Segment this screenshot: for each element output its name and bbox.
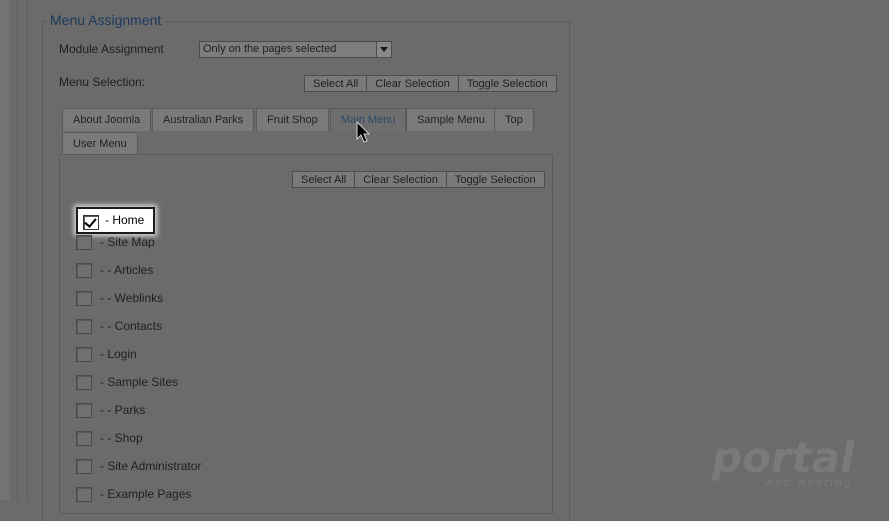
list-item[interactable]: - - Weblinks bbox=[76, 290, 163, 306]
list-item-label: - Site Map bbox=[100, 235, 155, 249]
list-item-label: - - Articles bbox=[100, 263, 154, 277]
tab-user-menu[interactable]: User Menu bbox=[62, 132, 138, 155]
item-checkbox[interactable] bbox=[76, 290, 92, 306]
list-item[interactable]: - Site Map bbox=[76, 234, 155, 250]
toggle-selection-button[interactable]: Toggle Selection bbox=[458, 75, 557, 92]
tab-top[interactable]: Top bbox=[494, 108, 534, 131]
menu-selection-label: Menu Selection: bbox=[59, 75, 146, 89]
tab-australian-parks[interactable]: Australian Parks bbox=[152, 108, 255, 131]
list-item[interactable]: - Site Administrator bbox=[76, 458, 201, 474]
item-checkbox[interactable] bbox=[76, 430, 92, 446]
item-checkbox[interactable] bbox=[76, 374, 92, 390]
left-rail bbox=[0, 0, 10, 500]
panel-button-group: Select All Clear Selection Toggle Select… bbox=[292, 171, 545, 188]
item-checkbox[interactable] bbox=[76, 318, 92, 334]
home-checkbox[interactable] bbox=[83, 215, 99, 230]
tab-about-joomla[interactable]: About Joomla bbox=[62, 108, 152, 131]
list-item-label: - Sample Sites bbox=[100, 375, 179, 389]
list-item-label: - - Weblinks bbox=[100, 291, 164, 305]
tab-fruit-shop[interactable]: Fruit Shop bbox=[256, 108, 329, 131]
list-item-label: - Site Administrator bbox=[100, 459, 202, 473]
list-item-label: - Example Pages bbox=[100, 487, 192, 501]
list-item[interactable]: - Login bbox=[76, 346, 137, 362]
item-checkbox[interactable] bbox=[76, 234, 92, 250]
list-item-label: - - Shop bbox=[100, 431, 143, 445]
list-item[interactable]: - - Shop bbox=[76, 430, 143, 446]
module-assignment-value: Only on the pages selected bbox=[203, 43, 337, 55]
item-checkbox[interactable] bbox=[76, 486, 92, 502]
menu-selection-button-group: Select All Clear Selection Toggle Select… bbox=[304, 75, 557, 92]
module-assignment-label: Module Assignment bbox=[59, 42, 164, 56]
panel-clear-selection-button[interactable]: Clear Selection bbox=[355, 171, 447, 188]
item-checkbox[interactable] bbox=[76, 262, 92, 278]
item-checkbox[interactable] bbox=[76, 402, 92, 418]
mouse-cursor-icon bbox=[356, 121, 371, 143]
svg-text:web hosting: web hosting bbox=[764, 476, 853, 489]
item-checkbox[interactable] bbox=[76, 458, 92, 474]
panel-toggle-selection-button[interactable]: Toggle Selection bbox=[446, 171, 545, 188]
list-item[interactable]: - - Parks bbox=[76, 402, 145, 418]
select-all-button[interactable]: Select All bbox=[304, 75, 368, 92]
chevron-down-icon[interactable] bbox=[376, 42, 391, 57]
list-item-label: - - Contacts bbox=[100, 319, 163, 333]
list-item-label: - Login bbox=[100, 347, 137, 361]
list-item[interactable]: - Sample Sites bbox=[76, 374, 178, 390]
list-item[interactable]: - - Contacts bbox=[76, 318, 162, 334]
tab-sample-menu[interactable]: Sample Menu bbox=[406, 108, 496, 131]
portal-logo: portal web hosting bbox=[712, 433, 855, 489]
item-checkbox[interactable] bbox=[76, 346, 92, 362]
list-item[interactable]: - - Articles bbox=[76, 262, 153, 278]
panel-select-all-button[interactable]: Select All bbox=[292, 171, 356, 188]
module-assignment-select[interactable]: Only on the pages selected bbox=[199, 41, 392, 58]
list-item-label: - Home bbox=[105, 213, 145, 227]
svg-text:portal: portal bbox=[712, 433, 855, 482]
fieldset-legend: Menu Assignment bbox=[47, 12, 165, 28]
left-rail-divider bbox=[27, 0, 28, 500]
list-item-label: - - Parks bbox=[100, 403, 146, 417]
list-item-home[interactable]: - Home bbox=[76, 207, 155, 234]
clear-selection-button[interactable]: Clear Selection bbox=[367, 75, 459, 92]
left-rail-divider bbox=[17, 0, 18, 500]
